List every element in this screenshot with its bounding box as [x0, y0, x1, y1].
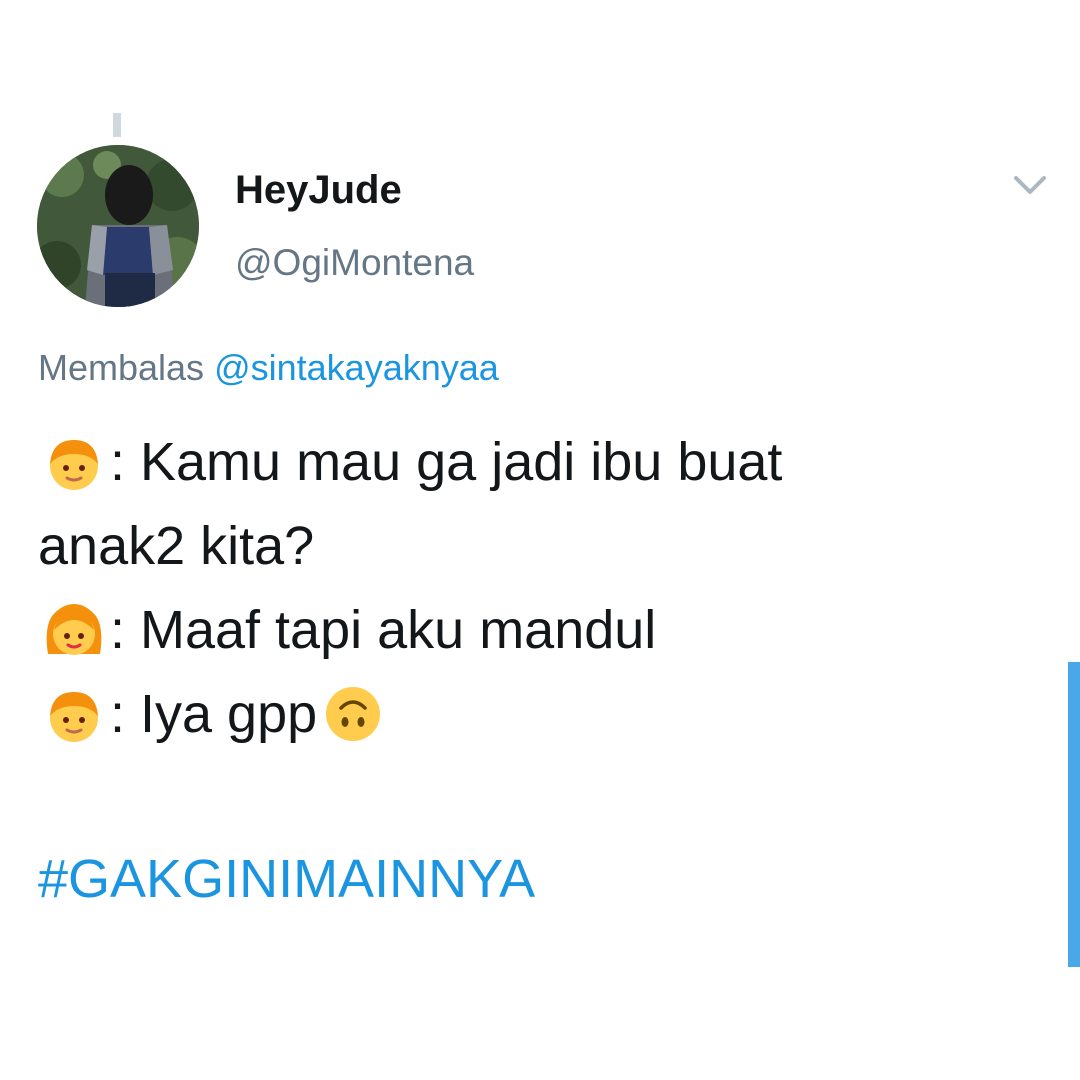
tweet-line-text: : Kamu mau ga jadi ibu buat	[110, 432, 783, 492]
thread-connector-line	[113, 113, 121, 137]
reply-mention-link[interactable]: @sintakayaknyaa	[214, 347, 499, 388]
tweet-line-4: : Iya gpp	[38, 672, 1038, 756]
reply-prefix: Membalas	[38, 347, 205, 388]
girl-emoji	[38, 594, 110, 666]
upside-down-face-emoji	[317, 678, 389, 750]
scroll-indicator[interactable]	[1068, 662, 1080, 967]
avatar[interactable]	[37, 145, 199, 307]
tweet-line-text: : Maaf tapi aku mandul	[110, 600, 657, 660]
avatar-photo	[37, 145, 199, 307]
tweet-line-3: : Maaf tapi aku mandul	[38, 588, 1038, 672]
display-name[interactable]: HeyJude	[235, 168, 402, 213]
user-handle[interactable]: @OgiMontena	[235, 242, 474, 284]
boy-emoji	[38, 426, 110, 498]
tweet-line-text: : Iya gpp	[110, 684, 318, 744]
tweet-screen: HeyJude @OgiMontena Membalas @sintakayak…	[0, 0, 1080, 1080]
tweet-line-text: anak2 kita?	[38, 516, 315, 576]
boy-emoji	[38, 678, 110, 750]
tweet-line-1: : Kamu mau ga jadi ibu buat	[38, 420, 1038, 504]
tweet-text: : Kamu mau ga jadi ibu buat anak2 kita? …	[38, 420, 1038, 756]
reply-context: Membalas @sintakayaknyaa	[38, 347, 499, 389]
hashtag-link[interactable]: #GAKGINIMAINNYA	[38, 848, 535, 910]
chevron-down-icon[interactable]	[1010, 170, 1050, 200]
tweet-line-2: anak2 kita?	[38, 504, 1038, 588]
